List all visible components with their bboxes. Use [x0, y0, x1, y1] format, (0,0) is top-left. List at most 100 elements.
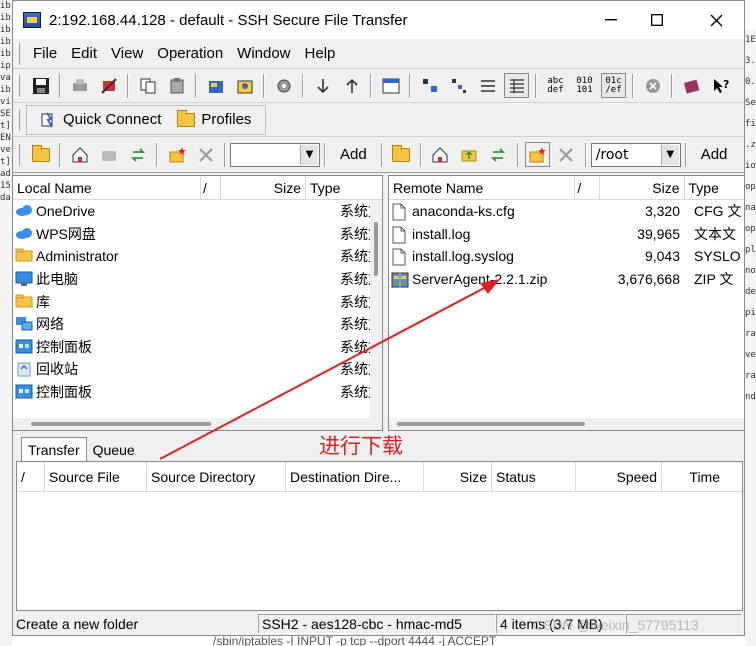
transfer-size-column-header[interactable]: Size: [424, 462, 492, 492]
auto-mode-button[interactable]: 01c /ef: [601, 73, 626, 98]
toolbar-grip[interactable]: [17, 42, 20, 65]
transfer-status-column-header[interactable]: /: [17, 462, 45, 492]
list-view-button[interactable]: [475, 73, 500, 98]
chevron-down-icon[interactable]: ▼: [660, 144, 679, 165]
terminal-fragment: op: [745, 182, 756, 192]
close-button[interactable]: [693, 1, 739, 39]
window-title: 2:192.168.44.128 - default - SSH Secure …: [49, 11, 408, 29]
profiles-menu-button[interactable]: Profiles: [169, 109, 259, 128]
menu-file[interactable]: File: [26, 45, 64, 62]
chevron-down-icon[interactable]: ▼: [300, 144, 318, 165]
maximize-button[interactable]: [634, 1, 680, 39]
local-horizontal-scrollbar[interactable]: [13, 418, 382, 430]
source-directory-column-header[interactable]: Source Directory: [147, 462, 286, 492]
transfer-time-column-header[interactable]: Time: [662, 462, 724, 492]
binary-mode-button[interactable]: 010 101: [572, 73, 597, 98]
remote-add-button[interactable]: Add: [691, 146, 738, 163]
title-bar[interactable]: 2:192.168.44.128 - default - SSH Secure …: [13, 1, 744, 39]
remote-new-folder-button[interactable]: [524, 142, 550, 167]
paste-button[interactable]: [164, 73, 189, 98]
remote-horizontal-scrollbar[interactable]: [389, 418, 744, 430]
local-name-column-header[interactable]: Local Name: [13, 176, 201, 200]
remote-refresh-button[interactable]: [486, 142, 511, 167]
table-row[interactable]: Administrator 系统文: [13, 245, 382, 268]
tab-transfer[interactable]: Transfer: [21, 437, 87, 461]
table-row[interactable]: install.log 39,965 文本文: [389, 223, 744, 246]
file-name: 库: [36, 293, 50, 310]
table-row[interactable]: 此电脑 系统文: [13, 268, 382, 291]
remote-name-column-header[interactable]: Remote Name: [389, 176, 576, 200]
quick-connect-icon: [41, 111, 53, 127]
ascii-mode-button[interactable]: abc def: [543, 73, 568, 98]
remote-home-button[interactable]: [428, 142, 453, 167]
transfer-speed-column-header[interactable]: Speed: [576, 462, 662, 492]
file-type: 系统文: [340, 293, 376, 310]
status-message: Create a new folder: [16, 616, 139, 632]
remote-up-folder-button[interactable]: [389, 142, 414, 167]
remote-sort-column-header[interactable]: /: [575, 176, 601, 200]
remote-size-column-header[interactable]: Size: [600, 176, 685, 200]
remote-parent-folder-button[interactable]: [457, 142, 482, 167]
save-button[interactable]: [28, 73, 53, 98]
remote-delete-button[interactable]: [554, 142, 579, 167]
table-row[interactable]: 控制面板 系统文: [13, 381, 382, 404]
paste-icon: [170, 77, 183, 93]
svg-text:?: ?: [723, 78, 729, 91]
table-row[interactable]: 网络 系统文: [13, 313, 382, 336]
new-window-button[interactable]: [378, 73, 403, 98]
table-row[interactable]: 库 系统文: [13, 290, 382, 313]
local-path-combo[interactable]: ▼: [230, 142, 320, 167]
source-file-column-header[interactable]: Source File: [45, 462, 147, 492]
quick-connect-button[interactable]: Quick Connect: [31, 111, 169, 129]
quick-connect-toolbar-button[interactable]: [232, 73, 257, 98]
upload-button[interactable]: [339, 73, 364, 98]
local-up-folder-button[interactable]: [28, 142, 53, 167]
stop-button[interactable]: [640, 73, 665, 98]
print-button[interactable]: [67, 73, 92, 98]
local-folder-button[interactable]: [96, 142, 121, 167]
local-new-folder-button[interactable]: [164, 142, 189, 167]
local-delete-button[interactable]: [193, 142, 218, 167]
download-button[interactable]: [310, 73, 335, 98]
small-icons-button[interactable]: [446, 73, 471, 98]
table-row[interactable]: ServerAgent-2.2.1.zip 3,676,668 ZIP 文: [389, 268, 744, 291]
toolbar-grip[interactable]: [17, 74, 20, 97]
help-cursor-icon: ?: [713, 78, 729, 93]
context-help-button[interactable]: ?: [708, 73, 733, 98]
transfer-status-text-column-header[interactable]: Status: [492, 462, 576, 492]
local-refresh-button[interactable]: [125, 142, 150, 167]
toolbar-grip[interactable]: [17, 143, 20, 166]
file-icon: [391, 203, 409, 221]
local-vertical-scrollbar[interactable]: [370, 200, 382, 418]
disconnect-button[interactable]: [96, 73, 121, 98]
large-icons-button[interactable]: [417, 73, 442, 98]
local-size-column-header[interactable]: Size: [221, 176, 306, 200]
profiles-button[interactable]: [203, 73, 228, 98]
remote-path-combo[interactable]: /root ▼: [590, 142, 681, 167]
menu-operation[interactable]: Operation: [150, 45, 230, 62]
table-row[interactable]: 回收站 系统文: [13, 358, 382, 381]
help-topics-button[interactable]: [679, 73, 704, 98]
toolbar-grip[interactable]: [17, 108, 20, 131]
profile-icon: [208, 80, 223, 93]
menu-window[interactable]: Window: [230, 45, 297, 62]
details-view-button[interactable]: [504, 73, 529, 98]
table-row[interactable]: WPS网盘 系统文: [13, 223, 382, 246]
copy-button[interactable]: [135, 73, 160, 98]
menu-edit[interactable]: Edit: [64, 45, 104, 62]
remote-type-column-header[interactable]: Type: [685, 176, 745, 200]
menu-view[interactable]: View: [104, 45, 150, 62]
local-add-button[interactable]: Add: [330, 146, 377, 163]
table-row[interactable]: 控制面板 系统文: [13, 336, 382, 359]
settings-button[interactable]: [271, 73, 296, 98]
destination-directory-column-header[interactable]: Destination Dire...: [286, 462, 424, 492]
local-sort-column-header[interactable]: /: [201, 176, 221, 200]
local-home-button[interactable]: [67, 142, 92, 167]
menu-help[interactable]: Help: [298, 45, 343, 62]
table-row[interactable]: install.log.syslog 9,043 SYSLO: [389, 245, 744, 268]
tab-queue[interactable]: Queue: [87, 439, 141, 461]
local-type-column-header[interactable]: Type: [306, 176, 366, 200]
table-row[interactable]: OneDrive 系统文: [13, 200, 382, 223]
minimize-button[interactable]: [588, 1, 634, 39]
table-row[interactable]: anaconda-ks.cfg 3,320 CFG 文: [389, 200, 744, 223]
